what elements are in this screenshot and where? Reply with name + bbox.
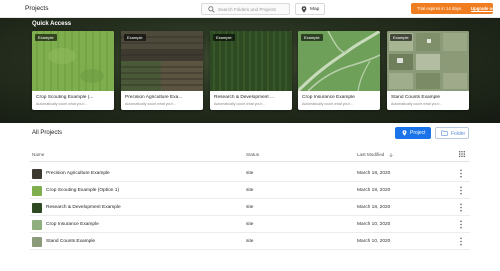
project-name[interactable]: Crop Insurance Example (46, 222, 99, 227)
more-options-icon[interactable] (459, 237, 463, 246)
card-description: Automatically count what you'r... (214, 102, 266, 106)
project-modified: March 10, 2020 (357, 222, 391, 227)
card-title: Crop Scouting Example (... (36, 95, 94, 100)
card-description: Automatically count what you'r... (302, 102, 354, 106)
card-description: Automatically count what you'r... (36, 102, 88, 106)
project-thumbnail (32, 186, 42, 196)
example-badge: Example (35, 34, 57, 41)
table-row[interactable]: Crop Insurance Example site March 10, 20… (30, 216, 470, 233)
table-row[interactable]: Precision Agriculture Example site March… (30, 165, 470, 182)
example-badge: Example (124, 34, 146, 41)
quick-access-section: Quick Access Example Crop Scouting Examp… (0, 18, 500, 123)
project-thumbnail (32, 169, 42, 179)
quick-access-card-precision-agriculture[interactable]: Example Precision Agriculture Exa... Aut… (121, 31, 203, 110)
search-box[interactable] (201, 3, 290, 15)
project-modified: March 18, 2020 (357, 171, 391, 176)
more-options-icon[interactable] (459, 169, 463, 178)
more-options-icon[interactable] (459, 203, 463, 212)
table-header-divider (30, 161, 470, 162)
project-modified: March 10, 2020 (357, 239, 391, 244)
project-modified: March 18, 2020 (357, 205, 391, 210)
more-options-icon[interactable] (459, 220, 463, 229)
project-modified: March 18, 2020 (357, 188, 391, 193)
new-project-button[interactable]: Project (395, 127, 431, 139)
page-title: Projects (25, 5, 49, 12)
quick-access-card-research-development[interactable]: Example Research & Development ... Autom… (210, 31, 292, 110)
card-title: Crop Insurance Example (302, 95, 355, 100)
table-row[interactable]: Stand Counts Example site March 10, 2020 (30, 233, 470, 250)
example-badge: Example (301, 34, 323, 41)
map-button-label: Map (310, 7, 320, 12)
new-project-label: Project (410, 130, 426, 136)
project-status: site (246, 171, 254, 176)
new-folder-label: Folder (451, 131, 466, 137)
project-thumbnail (32, 220, 42, 230)
quick-access-title: Quick Access (32, 21, 72, 27)
trial-banner: Trial expires in 14 days. Upgrade now (411, 3, 498, 14)
project-status: site (246, 205, 254, 210)
project-name[interactable]: Precision Agriculture Example (46, 171, 110, 176)
new-folder-button[interactable]: Folder (435, 127, 469, 139)
map-pin-icon (301, 6, 307, 13)
grid-view-icon[interactable] (459, 151, 465, 157)
quick-access-card-crop-insurance[interactable]: Example Crop Insurance Example Automatic… (298, 31, 380, 110)
more-options-icon[interactable] (459, 186, 463, 195)
search-input[interactable] (218, 6, 288, 13)
card-title: Research & Development ... (214, 95, 274, 100)
trial-text: Trial expires in 14 days. (417, 6, 463, 11)
map-button[interactable]: Map (295, 3, 325, 15)
card-title: Stand Counts Example (391, 95, 441, 100)
card-title: Precision Agriculture Exa... (125, 95, 183, 100)
quick-access-card-crop-scouting[interactable]: Example Crop Scouting Example (... Autom… (32, 31, 114, 110)
project-status: site (246, 188, 254, 193)
search-icon (208, 6, 215, 13)
card-description: Automatically count what you'r... (125, 102, 177, 106)
map-pin-icon (402, 130, 407, 136)
project-thumbnail (32, 203, 42, 213)
all-projects-title: All Projects (32, 130, 63, 136)
table-row[interactable]: Research & Development Example site Marc… (30, 199, 470, 216)
column-header-name[interactable]: Name (32, 152, 44, 157)
project-status: site (246, 239, 254, 244)
upgrade-link[interactable]: Upgrade now (471, 6, 498, 11)
top-bar: Projects Map Trial expires in 14 days. U… (0, 0, 500, 18)
project-status: site (246, 222, 254, 227)
folder-icon (441, 130, 448, 136)
table-row[interactable]: Crop Scouting Example (Option 1) site Ma… (30, 182, 470, 199)
project-name[interactable]: Stand Counts Example (46, 239, 95, 244)
example-badge: Example (213, 34, 235, 41)
project-name[interactable]: Research & Development Example (46, 205, 121, 210)
card-description: Automatically count what you'r... (391, 102, 443, 106)
quick-access-card-stand-counts[interactable]: Example Stand Counts Example Automatical… (387, 31, 469, 110)
column-header-status[interactable]: Status (246, 152, 259, 157)
project-thumbnail (32, 237, 42, 247)
sort-down-arrow-icon[interactable] (389, 153, 393, 157)
example-badge: Example (390, 34, 412, 41)
project-name[interactable]: Crop Scouting Example (Option 1) (46, 188, 119, 193)
column-header-last-modified[interactable]: Last Modified (357, 152, 384, 157)
